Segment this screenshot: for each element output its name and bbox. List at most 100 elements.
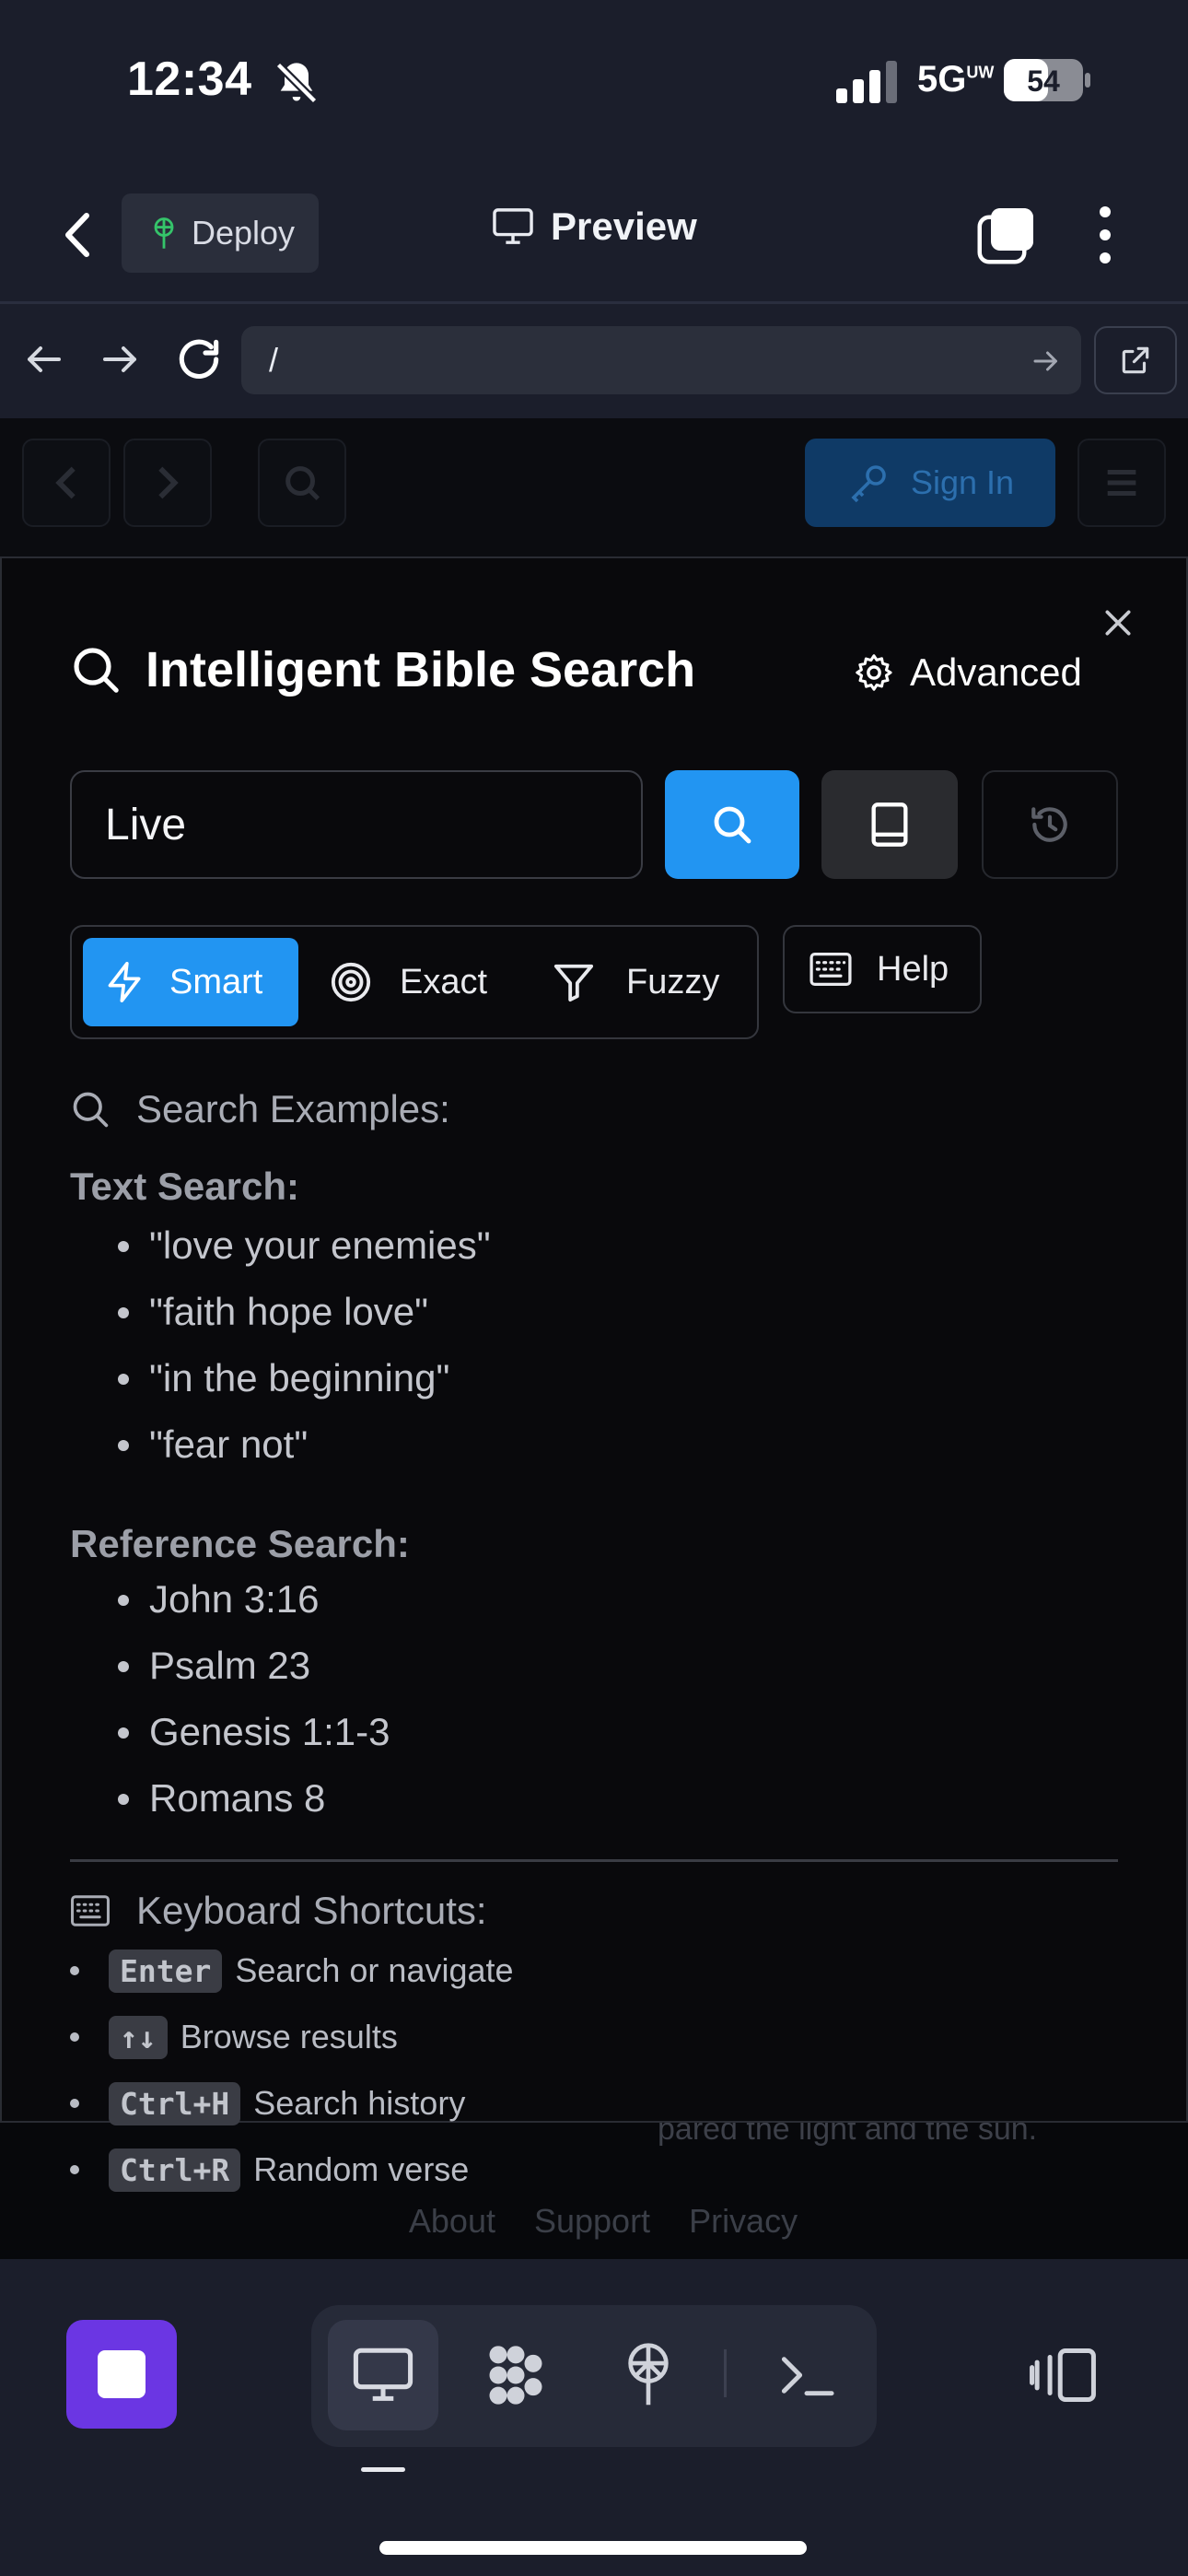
search-examples-heading: Search Examples: (70, 1087, 450, 1131)
footer-about-link[interactable]: About (409, 2202, 495, 2259)
status-time: 12:34 (127, 53, 252, 106)
arrow-right-icon (103, 346, 136, 372)
browser-forward-button[interactable] (98, 337, 142, 381)
network-type: 5GUW (917, 59, 995, 100)
sign-in-label: Sign In (910, 463, 1015, 501)
browser-back-button[interactable] (22, 337, 66, 381)
modal-title: Intelligent Bible Search (146, 642, 696, 697)
keyboard-icon (809, 953, 852, 986)
device-toggle-button[interactable] (1024, 2338, 1101, 2412)
open-external-button[interactable] (1094, 326, 1177, 394)
mode-fuzzy-button[interactable]: Fuzzy (553, 938, 719, 1026)
apps-grid-icon (489, 2346, 542, 2405)
deploy-button[interactable]: Deploy (122, 193, 319, 273)
keyboard-icon (71, 1895, 110, 1926)
bible-search-input[interactable]: Live (70, 770, 643, 879)
search-icon (74, 648, 119, 693)
url-input[interactable]: / (241, 326, 1081, 394)
shortcut-desc: Search history (253, 2084, 466, 2122)
list-item[interactable]: "love your enemies" (118, 1212, 491, 1279)
text-search-label: Text Search: (70, 1165, 299, 1208)
search-history-button[interactable] (982, 770, 1118, 879)
hamburger-icon (1107, 470, 1136, 496)
active-tool-indicator (361, 2467, 405, 2472)
list-item[interactable]: "fear not" (118, 1411, 491, 1478)
list-item[interactable]: Romans 8 (118, 1765, 390, 1832)
list-item[interactable]: Genesis 1:1-3 (118, 1699, 390, 1765)
page-next-button[interactable] (123, 439, 212, 527)
tool-apps-button[interactable] (460, 2320, 571, 2430)
page-menu-button[interactable] (1077, 439, 1166, 527)
go-arrow-icon[interactable] (1030, 345, 1063, 378)
keyboard-shortcuts-heading: Keyboard Shortcuts: (70, 1889, 487, 1933)
page-prev-button[interactable] (22, 439, 111, 527)
modal-close-button[interactable] (1100, 604, 1136, 641)
shortcut-desc: Random verse (253, 2150, 470, 2188)
shortcut-key: Enter (109, 1949, 223, 1993)
tabs-button[interactable] (976, 205, 1037, 265)
monitor-icon (493, 208, 533, 244)
help-label: Help (877, 949, 949, 989)
chevron-left-icon (65, 213, 89, 257)
tool-deploy-button[interactable] (593, 2320, 704, 2430)
mode-fuzzy-label: Fuzzy (626, 962, 720, 1001)
tool-preview-button[interactable] (328, 2320, 438, 2430)
arrow-left-icon (28, 346, 61, 372)
text-search-examples: "love your enemies" "faith hope love" "i… (118, 1212, 491, 1478)
tabs-icon (977, 208, 1033, 264)
reload-button[interactable] (173, 334, 225, 385)
search-submit-button[interactable] (665, 770, 799, 879)
search-icon (285, 466, 320, 501)
cell-signal-icon (836, 61, 899, 103)
deploy-label: Deploy (192, 214, 296, 252)
shortcut-row: ↑↓ Browse results (70, 2010, 398, 2064)
reference-search-label: Reference Search: (70, 1522, 410, 1565)
deploy-icon (154, 217, 174, 249)
page-search-button[interactable] (258, 439, 346, 527)
section-divider (70, 1859, 1118, 1862)
bell-muted-icon (273, 59, 320, 107)
list-item[interactable]: Psalm 23 (118, 1633, 390, 1699)
shortcut-key: ↑↓ (109, 2015, 168, 2059)
target-icon (331, 962, 371, 1002)
stop-button[interactable] (66, 2320, 177, 2429)
mode-smart-button[interactable]: Smart (83, 938, 298, 1026)
footer-privacy-link[interactable]: Privacy (689, 2202, 798, 2259)
mode-smart-label: Smart (169, 962, 263, 1001)
shortcut-desc: Search or navigate (235, 1951, 514, 1989)
advanced-button[interactable]: Advanced (853, 650, 1082, 695)
shortcut-row: Ctrl+H Search history (70, 2077, 465, 2130)
more-vertical-icon (1100, 206, 1111, 263)
monitor-icon (353, 2348, 413, 2401)
history-icon (1031, 807, 1067, 842)
home-indicator (379, 2541, 807, 2555)
tool-console-button[interactable] (751, 2320, 862, 2430)
browse-books-button[interactable] (821, 770, 958, 879)
deploy-icon (628, 2343, 669, 2406)
shortcut-key: Ctrl+R (109, 2148, 241, 2192)
svg-text:54: 54 (1027, 64, 1060, 98)
list-item[interactable]: "in the beginning" (118, 1345, 491, 1411)
help-button[interactable]: Help (783, 925, 982, 1013)
reload-icon (179, 339, 219, 380)
toolbar-separator (724, 2349, 727, 2397)
footer-support-link[interactable]: Support (534, 2202, 650, 2259)
list-item[interactable]: "faith hope love" (118, 1279, 491, 1345)
advanced-label: Advanced (910, 650, 1082, 694)
list-item[interactable]: John 3:16 (118, 1566, 390, 1633)
devices-icon (1030, 2348, 1096, 2402)
mode-exact-button[interactable]: Exact (330, 938, 487, 1026)
search-icon (714, 806, 751, 844)
reference-search-examples: John 3:16 Psalm 23 Genesis 1:1-3 Romans … (118, 1566, 390, 1832)
modal-header: Intelligent Bible Search (70, 641, 695, 698)
chevron-left-icon (55, 466, 76, 499)
sign-in-button[interactable]: Sign In (805, 439, 1055, 527)
book-icon (871, 802, 908, 847)
key-icon (851, 465, 886, 503)
gear-icon (856, 654, 892, 691)
back-button[interactable] (53, 205, 101, 265)
mode-exact-label: Exact (400, 962, 488, 1001)
search-icon (73, 1092, 109, 1128)
close-icon (1105, 610, 1131, 636)
more-menu-button[interactable] (1087, 203, 1124, 267)
